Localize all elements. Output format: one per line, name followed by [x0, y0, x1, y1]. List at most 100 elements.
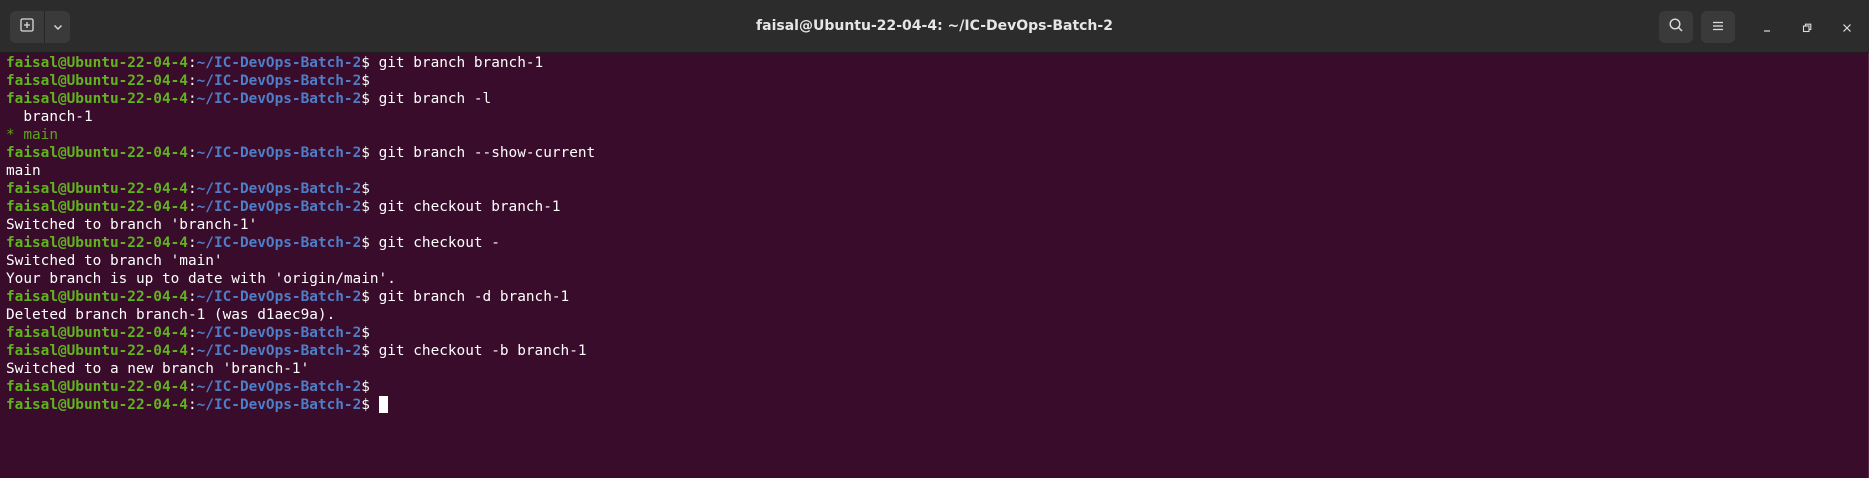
output-text: Deleted branch branch-1 (was d1aec9a). [6, 307, 336, 323]
prompt-line: faisal@Ubuntu-22-04-4:~/IC-DevOps-Batch-… [6, 342, 1864, 360]
prompt-line: faisal@Ubuntu-22-04-4:~/IC-DevOps-Batch-… [6, 72, 1864, 90]
prompt-line: faisal@Ubuntu-22-04-4:~/IC-DevOps-Batch-… [6, 144, 1864, 162]
output-text: main [6, 163, 41, 179]
output-line: * main [6, 126, 1864, 144]
prompt-user-host: faisal@Ubuntu-22-04-4 [6, 55, 188, 71]
title-bar: faisal@Ubuntu-22-04-4: ~/IC-DevOps-Batch… [0, 0, 1869, 53]
command-text: git branch --show-current [369, 145, 596, 161]
prompt-colon: : [187, 325, 197, 341]
prompt-path: ~/IC-DevOps-Batch-2 [196, 343, 362, 359]
prompt-dollar: $ [361, 343, 370, 359]
prompt-colon: : [187, 145, 197, 161]
prompt-user-host: faisal@Ubuntu-22-04-4 [6, 397, 188, 413]
prompt-colon: : [187, 181, 197, 197]
new-tab-split-button [10, 11, 70, 43]
prompt-path: ~/IC-DevOps-Batch-2 [196, 235, 362, 251]
command-text: git branch -d branch-1 [369, 289, 570, 305]
prompt-dollar: $ [361, 397, 370, 413]
command-text: git checkout -b branch-1 [369, 343, 587, 359]
prompt-dollar: $ [361, 379, 370, 395]
prompt-line: faisal@Ubuntu-22-04-4:~/IC-DevOps-Batch-… [6, 180, 1864, 198]
command-text [370, 397, 379, 413]
prompt-path: ~/IC-DevOps-Batch-2 [196, 289, 362, 305]
search-icon [1668, 17, 1684, 37]
output-text: Your branch is up to date with 'origin/m… [6, 271, 396, 287]
terminal-output[interactable]: faisal@Ubuntu-22-04-4:~/IC-DevOps-Batch-… [6, 53, 1864, 478]
minimize-icon [1762, 18, 1772, 37]
prompt-dollar: $ [361, 325, 370, 341]
prompt-path: ~/IC-DevOps-Batch-2 [196, 199, 362, 215]
prompt-line: faisal@Ubuntu-22-04-4:~/IC-DevOps-Batch-… [6, 54, 1864, 72]
prompt-user-host: faisal@Ubuntu-22-04-4 [6, 181, 188, 197]
prompt-user-host: faisal@Ubuntu-22-04-4 [6, 325, 188, 341]
prompt-path: ~/IC-DevOps-Batch-2 [196, 325, 362, 341]
prompt-line: faisal@Ubuntu-22-04-4:~/IC-DevOps-Batch-… [6, 90, 1864, 108]
output-line: Your branch is up to date with 'origin/m… [6, 270, 1864, 288]
prompt-dollar: $ [361, 199, 370, 215]
output-line: Switched to branch 'main' [6, 252, 1864, 270]
output-line: Switched to branch 'branch-1' [6, 216, 1864, 234]
output-text: Switched to branch 'branch-1' [6, 217, 258, 233]
main-menu-button[interactable] [1701, 11, 1735, 43]
prompt-colon: : [187, 91, 197, 107]
prompt-user-host: faisal@Ubuntu-22-04-4 [6, 199, 188, 215]
output-text: branch-1 [6, 109, 93, 125]
command-text: git branch -l [369, 91, 492, 107]
prompt-path: ~/IC-DevOps-Batch-2 [196, 379, 362, 395]
prompt-dollar: $ [361, 73, 370, 89]
prompt-path: ~/IC-DevOps-Batch-2 [196, 397, 362, 413]
prompt-dollar: $ [361, 55, 370, 71]
new-tab-button[interactable] [10, 11, 46, 43]
prompt-colon: : [187, 199, 197, 215]
prompt-colon: : [187, 379, 197, 395]
output-text: Switched to branch 'main' [6, 253, 223, 269]
current-branch-text: * main [6, 127, 58, 143]
search-button[interactable] [1659, 11, 1693, 43]
close-button[interactable] [1833, 13, 1861, 41]
prompt-colon: : [187, 55, 197, 71]
command-text: git checkout branch-1 [369, 199, 561, 215]
output-line: branch-1 [6, 108, 1864, 126]
prompt-line: faisal@Ubuntu-22-04-4:~/IC-DevOps-Batch-… [6, 234, 1864, 252]
prompt-line: faisal@Ubuntu-22-04-4:~/IC-DevOps-Batch-… [6, 198, 1864, 216]
window-title: faisal@Ubuntu-22-04-4: ~/IC-DevOps-Batch… [756, 18, 1113, 34]
maximize-button[interactable] [1793, 13, 1821, 41]
minimize-button[interactable] [1753, 13, 1781, 41]
terminal-window: faisal@Ubuntu-22-04-4: ~/IC-DevOps-Batch… [0, 0, 1869, 478]
prompt-dollar: $ [361, 91, 370, 107]
tab-menu-dropdown-button[interactable] [45, 11, 70, 43]
command-text: git branch branch-1 [369, 55, 544, 71]
prompt-colon: : [187, 73, 197, 89]
prompt-path: ~/IC-DevOps-Batch-2 [196, 145, 362, 161]
command-text: git checkout - [369, 235, 500, 251]
output-line: main [6, 162, 1864, 180]
prompt-path: ~/IC-DevOps-Batch-2 [196, 91, 362, 107]
new-tab-icon [19, 17, 35, 37]
prompt-user-host: faisal@Ubuntu-22-04-4 [6, 379, 188, 395]
prompt-dollar: $ [361, 289, 370, 305]
hamburger-menu-icon [1711, 18, 1725, 37]
prompt-user-host: faisal@Ubuntu-22-04-4 [6, 91, 188, 107]
prompt-colon: : [187, 397, 197, 413]
prompt-user-host: faisal@Ubuntu-22-04-4 [6, 235, 188, 251]
chevron-down-icon [52, 18, 64, 37]
output-line: Deleted branch branch-1 (was d1aec9a). [6, 306, 1864, 324]
prompt-dollar: $ [361, 181, 370, 197]
prompt-colon: : [187, 343, 197, 359]
prompt-user-host: faisal@Ubuntu-22-04-4 [6, 73, 188, 89]
maximize-icon [1802, 18, 1812, 37]
prompt-dollar: $ [361, 145, 370, 161]
prompt-line: faisal@Ubuntu-22-04-4:~/IC-DevOps-Batch-… [6, 288, 1864, 306]
prompt-colon: : [187, 235, 197, 251]
output-text: Switched to a new branch 'branch-1' [6, 361, 310, 377]
prompt-line: faisal@Ubuntu-22-04-4:~/IC-DevOps-Batch-… [6, 378, 1864, 396]
prompt-user-host: faisal@Ubuntu-22-04-4 [6, 289, 188, 305]
text-cursor [378, 396, 388, 413]
prompt-dollar: $ [361, 235, 370, 251]
prompt-path: ~/IC-DevOps-Batch-2 [196, 181, 362, 197]
prompt-user-host: faisal@Ubuntu-22-04-4 [6, 145, 188, 161]
prompt-line: faisal@Ubuntu-22-04-4:~/IC-DevOps-Batch-… [6, 396, 1864, 414]
prompt-line: faisal@Ubuntu-22-04-4:~/IC-DevOps-Batch-… [6, 324, 1864, 342]
prompt-path: ~/IC-DevOps-Batch-2 [196, 73, 362, 89]
output-line: Switched to a new branch 'branch-1' [6, 360, 1864, 378]
